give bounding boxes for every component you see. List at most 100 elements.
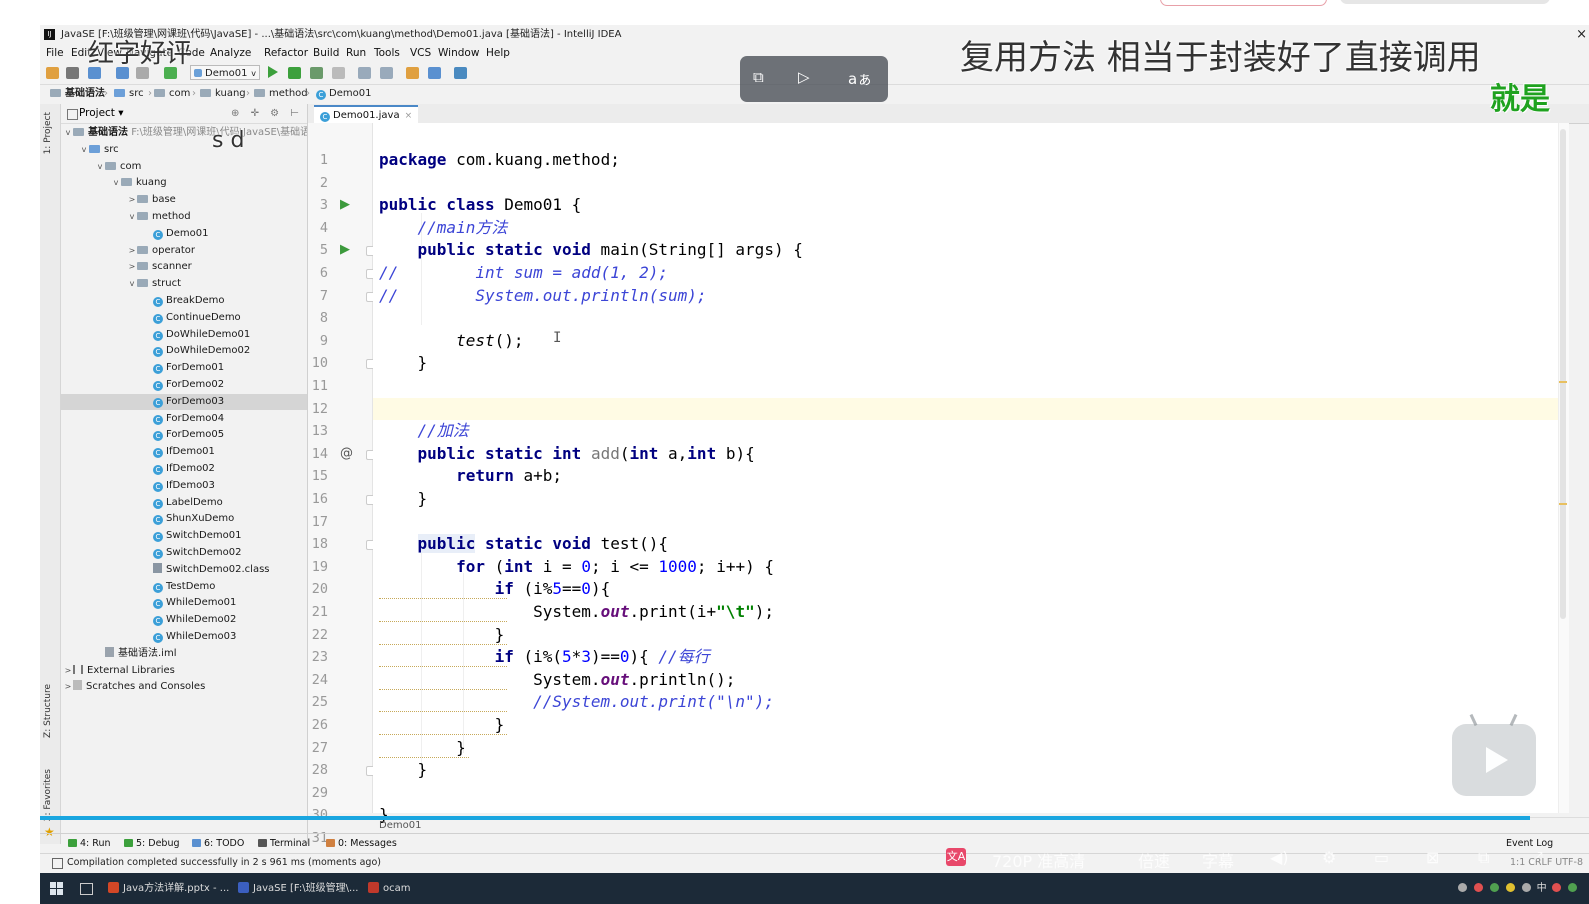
chevron-down-icon[interactable]: v	[111, 175, 121, 191]
tree-item[interactable]: v kuang	[61, 175, 307, 191]
menu-build[interactable]: Build	[313, 44, 339, 62]
input-method-indicator[interactable]: 中	[1537, 883, 1547, 894]
favorites-tool-tab[interactable]: 2: Favorites	[43, 769, 53, 821]
picture-in-picture-icon[interactable]: ⧉	[753, 68, 764, 86]
run-config-select[interactable]: Demo01 v	[190, 65, 260, 80]
video-play-button[interactable]	[1452, 713, 1536, 796]
line-number[interactable]: 16	[308, 488, 328, 511]
error-stripe-mark[interactable]	[1559, 381, 1567, 383]
line-number[interactable]: 22	[308, 624, 328, 647]
code-line[interactable]: // System.out.println(sum);	[379, 285, 707, 308]
volume-icon[interactable]: ◀)	[1270, 848, 1289, 867]
breadcrumb-demo01[interactable]: C Demo01	[316, 84, 371, 104]
tree-item[interactable]: C IfDemo03	[61, 478, 307, 494]
chevron-right-icon[interactable]: >	[63, 679, 73, 695]
chevron-down-icon[interactable]: v	[127, 276, 137, 292]
project-tool-tab[interactable]: 1: Project	[43, 112, 53, 154]
line-number[interactable]: 12	[308, 398, 328, 421]
speed-selector[interactable]: 倍速	[1138, 848, 1170, 872]
open-icon[interactable]	[46, 67, 59, 79]
page-button[interactable]	[1160, 0, 1327, 6]
code-line[interactable]: test();	[379, 330, 523, 353]
code-line[interactable]: }	[379, 488, 428, 511]
structure-icon[interactable]	[358, 67, 371, 79]
chevron-down-icon[interactable]: v	[127, 209, 137, 225]
line-number[interactable]: 14	[308, 443, 328, 466]
line-number[interactable]: 8	[308, 307, 328, 330]
taskbar-item-idea[interactable]: JavaSE [F:\班级管理\...	[238, 873, 359, 904]
tree-item[interactable]: C WhileDemo01	[61, 595, 307, 611]
tree-item[interactable]: SwitchDemo02.class	[61, 562, 307, 578]
code-line[interactable]: //main方法	[379, 217, 508, 240]
chevron-right-icon[interactable]: >	[127, 192, 137, 208]
tree-item[interactable]: v struct	[61, 276, 307, 292]
line-number[interactable]: 27	[308, 737, 328, 760]
tree-item[interactable]: C ForDemo03	[61, 393, 307, 410]
tree-item[interactable]: C IfDemo01	[61, 444, 307, 460]
line-number[interactable]: 15	[308, 465, 328, 488]
chevron-right-icon[interactable]: >	[127, 259, 137, 275]
line-number[interactable]: 2	[308, 172, 328, 195]
tree-item[interactable]: C Demo01	[61, 226, 307, 242]
tree-item[interactable]: C WhileDemo03	[61, 629, 307, 645]
code-line[interactable]: }	[379, 759, 428, 782]
structure-tool-tab[interactable]: Z: Structure	[43, 684, 53, 738]
tree-item[interactable]: C IfDemo02	[61, 461, 307, 477]
code-line[interactable]: }	[379, 352, 428, 375]
tree-item[interactable]: 基础语法.iml	[61, 646, 307, 662]
menu-help[interactable]: Help	[486, 44, 510, 62]
vcs-icon[interactable]	[406, 67, 419, 79]
line-number[interactable]: 18	[308, 533, 328, 556]
code-line[interactable]: package com.kuang.method;	[379, 149, 620, 172]
line-number[interactable]: 17	[308, 511, 328, 534]
tree-item[interactable]: C TestDemo	[61, 579, 307, 595]
line-number[interactable]: 6	[308, 262, 328, 285]
line-number[interactable]: 9	[308, 330, 328, 353]
quality-selector[interactable]: 720P 准高清	[992, 848, 1085, 872]
pip-icon[interactable]: ⧉	[1478, 848, 1489, 868]
tree-item[interactable]: C DoWhileDemo02	[61, 343, 307, 359]
tree-item[interactable]: C BreakDemo	[61, 293, 307, 309]
project-view-selector[interactable]: Project ▾	[79, 104, 124, 123]
error-stripe-mark[interactable]	[1559, 503, 1567, 505]
tree-item[interactable]: C LabelDemo	[61, 495, 307, 511]
tree-item[interactable]: C SwitchDemo01	[61, 528, 307, 544]
settings-icon[interactable]	[454, 67, 467, 79]
menu-window[interactable]: Window	[438, 44, 479, 62]
terminal-tab[interactable]: Terminal	[258, 834, 310, 854]
tree-item[interactable]: C ForDemo01	[61, 360, 307, 376]
stop-icon[interactable]	[332, 67, 345, 79]
line-number[interactable]: 24	[308, 669, 328, 692]
line-number[interactable]: 7	[308, 285, 328, 308]
tree-item[interactable]: > Scratches and Consoles	[61, 679, 307, 695]
code-line[interactable]: for (int i = 0; i <= 1000; i++) {	[379, 556, 774, 579]
run-icon[interactable]	[268, 66, 278, 78]
tree-item[interactable]: C ShunXuDemo	[61, 511, 307, 527]
editor-scrollbar[interactable]	[1558, 123, 1569, 813]
line-number[interactable]: 4	[308, 217, 328, 240]
tree-item[interactable]: > operator	[61, 243, 307, 259]
line-number[interactable]: 19	[308, 556, 328, 579]
page-search-field[interactable]	[1340, 0, 1550, 4]
tree-item[interactable]: C ContinueDemo	[61, 310, 307, 326]
tree-item[interactable]: C ForDemo02	[61, 377, 307, 393]
annotation-icon[interactable]: @	[340, 446, 353, 461]
run-class-icon[interactable]: ▶	[340, 197, 350, 212]
code-editor[interactable]: package com.kuang.method; public class De…	[373, 123, 1558, 824]
tree-item[interactable]: v src	[61, 142, 307, 158]
status-toggle-icon[interactable]	[52, 858, 63, 869]
close-tab-icon[interactable]: ×	[405, 111, 413, 121]
line-number[interactable]: 28	[308, 759, 328, 782]
system-tray[interactable]: 中	[1456, 873, 1579, 904]
messages-tab[interactable]: 0: Messages	[326, 834, 397, 854]
task-view-icon[interactable]	[80, 883, 93, 895]
scroll-thumb[interactable]	[1560, 129, 1566, 619]
line-number[interactable]: 13	[308, 420, 328, 443]
code-line[interactable]: return a+b;	[379, 465, 562, 488]
menu-analyze[interactable]: Analyze	[210, 44, 251, 62]
menu-run[interactable]: Run	[346, 44, 366, 62]
chevron-right-icon[interactable]: >	[127, 243, 137, 259]
tree-item[interactable]: C ForDemo05	[61, 427, 307, 443]
taskbar-item-ppt[interactable]: Java方法详解.pptx - ...	[108, 873, 229, 904]
menu-file[interactable]: File	[46, 44, 64, 62]
